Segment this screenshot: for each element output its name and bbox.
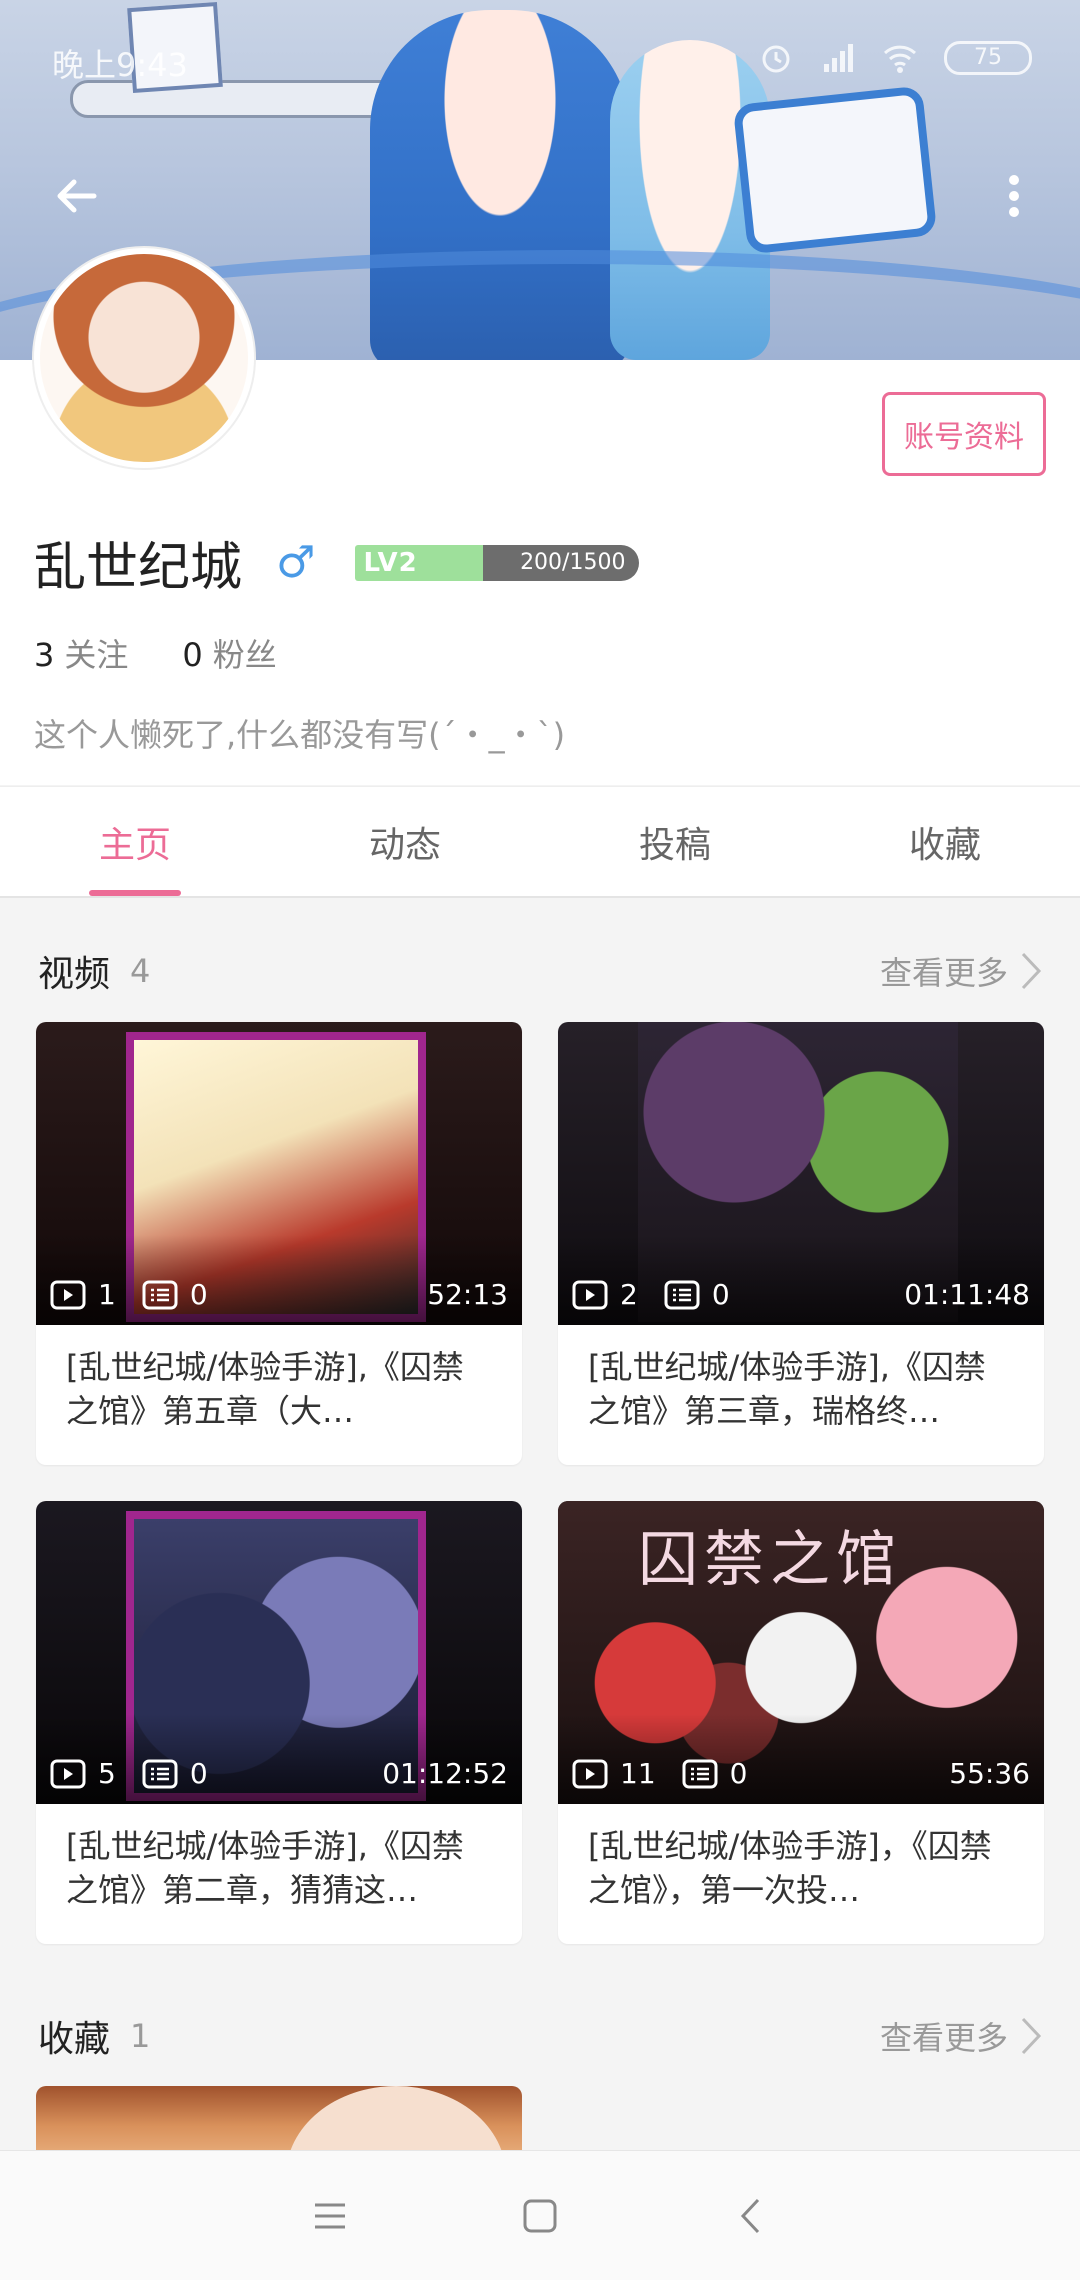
videos-count: 4 [130,952,151,990]
followers-stat[interactable]: 0 粉丝 [182,630,276,676]
video-card[interactable]: 1 0 52:13 [乱世纪城/体验手游],《囚禁之馆》第五章（大… [36,1022,522,1465]
signal-icon [824,44,853,72]
comment-count-icon [142,1280,178,1310]
play-count: 1 [98,1278,116,1311]
back-nav-button[interactable] [720,2186,780,2246]
account-info-button[interactable]: 账号资料 [882,392,1046,476]
video-meta: 5 0 01:12:52 [50,1757,508,1790]
more-options-button[interactable] [978,160,1050,232]
tab-favorites[interactable]: 收藏 [810,787,1080,896]
favorites-see-more-link[interactable]: 查看更多 [880,2013,1042,2059]
video-title: [乱世纪城/体验手游],《囚禁之馆》第五章（大… [66,1348,464,1430]
avatar[interactable] [34,248,254,468]
status-time: 晚上9:43 [52,46,188,84]
video-title: [乱世纪城/体验手游],《囚禁之馆》第二章，猜猜这… [66,1827,464,1909]
favorites-section-header: 收藏 1 查看更多 [38,2006,1042,2066]
following-count: 3 [34,636,55,674]
chevron-right-icon [1021,2017,1042,2055]
status-bar: 晚上9:43 75 [0,30,1080,90]
username: 乱世纪城 [34,538,243,598]
back-button[interactable] [40,160,112,232]
videos-section-header: 视频 4 查看更多 [38,941,1042,1001]
followers-label: 粉丝 [212,636,277,674]
comment-count-icon [142,1759,178,1789]
thumbnail-title-text: 囚禁之馆 [638,1525,902,1595]
play-count-icon [572,1280,608,1310]
play-count: 2 [620,1278,638,1311]
alarm-icon [762,45,790,73]
profile-page: 晚上9:43 75 账号资料 乱世纪城 ♂ LV2 200/1500 3 关注 … [0,0,1080,2280]
wifi-icon [883,45,917,73]
chevron-right-icon [1021,952,1042,990]
video-duration: 55:36 [949,1757,1030,1790]
level-progress-text: 200/1500 [520,549,626,575]
level-indicator: LV2 200/1500 [355,544,640,582]
video-meta: 11 0 55:36 [572,1757,1030,1790]
battery-indicator: 75 [944,41,1032,75]
video-thumbnail: 5 0 01:12:52 [36,1501,522,1804]
video-card[interactable]: 2 0 01:11:48 [乱世纪城/体验手游],《囚禁之馆》第三章，瑞格终… [558,1022,1044,1465]
video-meta: 2 0 01:11:48 [572,1278,1030,1311]
video-meta: 1 0 52:13 [50,1278,508,1311]
followers-count: 0 [182,636,203,674]
play-count: 5 [98,1757,116,1790]
level-progress-fill [459,544,484,581]
comment-count-icon [682,1759,718,1789]
video-title: [乱世纪城/体验手游],《囚禁之馆》第三章，瑞格终… [588,1348,986,1430]
home-nav-button[interactable] [510,2186,570,2246]
comment-count: 0 [189,1757,208,1790]
menu-nav-button[interactable] [300,2186,360,2246]
comment-count: 0 [711,1278,730,1311]
play-count-icon [572,1759,608,1789]
profile-tabs: 主页 动态 投稿 收藏 [0,786,1080,898]
male-icon: ♂ [276,537,316,588]
following-stat[interactable]: 3 关注 [34,630,128,676]
see-more-label: 查看更多 [879,954,1008,992]
video-thumbnail: 囚禁之馆 11 0 55:36 [558,1501,1044,1804]
arrow-left-icon [57,179,97,213]
play-count-icon [50,1280,86,1310]
tab-submissions[interactable]: 投稿 [540,787,810,896]
level-badge: LV2 [355,544,460,581]
play-count: 11 [620,1757,656,1790]
video-thumbnail: 2 0 01:11:48 [558,1022,1044,1325]
video-duration: 01:11:48 [904,1278,1030,1311]
user-bio: 这个人懒死了,什么都没有写(´・_・`) [34,716,566,754]
video-thumbnail: 1 0 52:13 [36,1022,522,1325]
comment-count: 0 [189,1278,208,1311]
video-duration: 01:12:52 [382,1757,508,1790]
play-count-icon [50,1759,86,1789]
following-label: 关注 [64,636,129,674]
video-card[interactable]: 囚禁之馆 11 0 55:36 [乱世纪城/体验手游]，《囚禁之馆》，第一次投… [558,1501,1044,1944]
video-card[interactable]: 5 0 01:12:52 [乱世纪城/体验手游],《囚禁之馆》第二章，猜猜这… [36,1501,522,1944]
follow-stats: 3 关注 0 粉丝 [34,630,331,676]
favorites-count: 1 [130,2017,151,2055]
video-duration: 52:13 [427,1278,508,1311]
video-grid: 1 0 52:13 [乱世纪城/体验手游],《囚禁之馆》第五章（大… 2 0 0… [36,1022,1044,1944]
favorites-section-title: 收藏 [38,2019,111,2060]
chevron-left-icon [740,2198,760,2233]
videos-section-title: 视频 [38,954,111,995]
tab-activity[interactable]: 动态 [270,787,540,896]
more-vertical-icon [1009,175,1019,217]
status-icons: 75 [758,40,1032,76]
system-nav-bar [0,2150,1080,2280]
name-row: 乱世纪城 ♂ LV2 200/1500 [34,525,640,600]
video-title: [乱世纪城/体验手游]，《囚禁之馆》，第一次投… [588,1827,992,1909]
home-square-icon [523,2199,557,2232]
videos-see-more-link[interactable]: 查看更多 [880,948,1042,994]
comment-count-icon [664,1280,700,1310]
tab-home[interactable]: 主页 [0,787,270,896]
see-more-label: 查看更多 [879,2019,1008,2057]
top-bar [0,150,1080,230]
comment-count: 0 [729,1757,748,1790]
level-progress-bar: 200/1500 [459,544,640,581]
menu-icon [315,2203,345,2228]
